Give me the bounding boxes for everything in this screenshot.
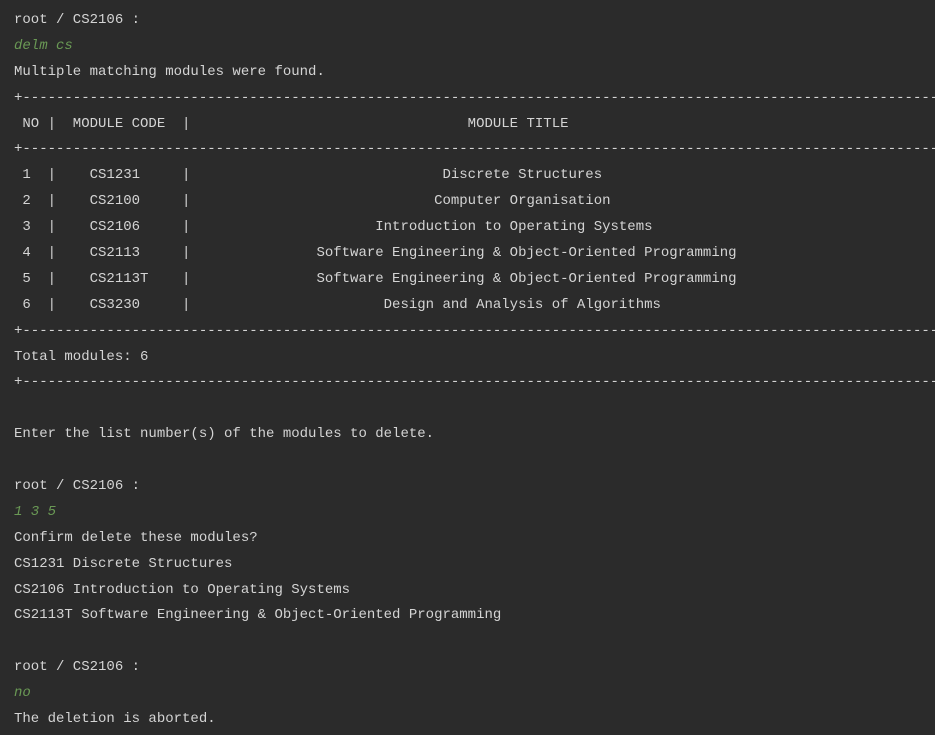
table-border-bottom: +---------------------------------------…: [14, 319, 921, 345]
blank-line: [14, 629, 921, 655]
confirm-list-item: CS2113T Software Engineering & Object-Or…: [14, 603, 921, 629]
prompt-line: root / CS2106 :: [14, 655, 921, 681]
total-modules: Total modules: 6: [14, 345, 921, 371]
message-multiple-found: Multiple matching modules were found.: [14, 60, 921, 86]
table-border-final: +---------------------------------------…: [14, 370, 921, 396]
blank-line: [14, 396, 921, 422]
table-row: 1 | CS1231 | Discrete Structures: [14, 163, 921, 189]
table-row: 2 | CS2100 | Computer Organisation: [14, 189, 921, 215]
table-border-mid: +---------------------------------------…: [14, 137, 921, 163]
prompt-line: root / CS2106 :: [14, 8, 921, 34]
command-input[interactable]: 1 3 5: [14, 500, 921, 526]
table-border-top: +---------------------------------------…: [14, 86, 921, 112]
enter-numbers-prompt: Enter the list number(s) of the modules …: [14, 422, 921, 448]
command-input[interactable]: delm cs: [14, 34, 921, 60]
table-header: NO | MODULE CODE | MODULE TITLE: [14, 112, 921, 138]
table-row: 5 | CS2113T | Software Engineering & Obj…: [14, 267, 921, 293]
table-row: 6 | CS3230 | Design and Analysis of Algo…: [14, 293, 921, 319]
confirm-delete-prompt: Confirm delete these modules?: [14, 526, 921, 552]
table-row: 3 | CS2106 | Introduction to Operating S…: [14, 215, 921, 241]
confirm-list-item: CS2106 Introduction to Operating Systems: [14, 578, 921, 604]
prompt-line: root / CS2106 :: [14, 474, 921, 500]
blank-line: [14, 448, 921, 474]
confirm-list-item: CS1231 Discrete Structures: [14, 552, 921, 578]
command-input[interactable]: no: [14, 681, 921, 707]
aborted-message: The deletion is aborted.: [14, 707, 921, 733]
table-row: 4 | CS2113 | Software Engineering & Obje…: [14, 241, 921, 267]
